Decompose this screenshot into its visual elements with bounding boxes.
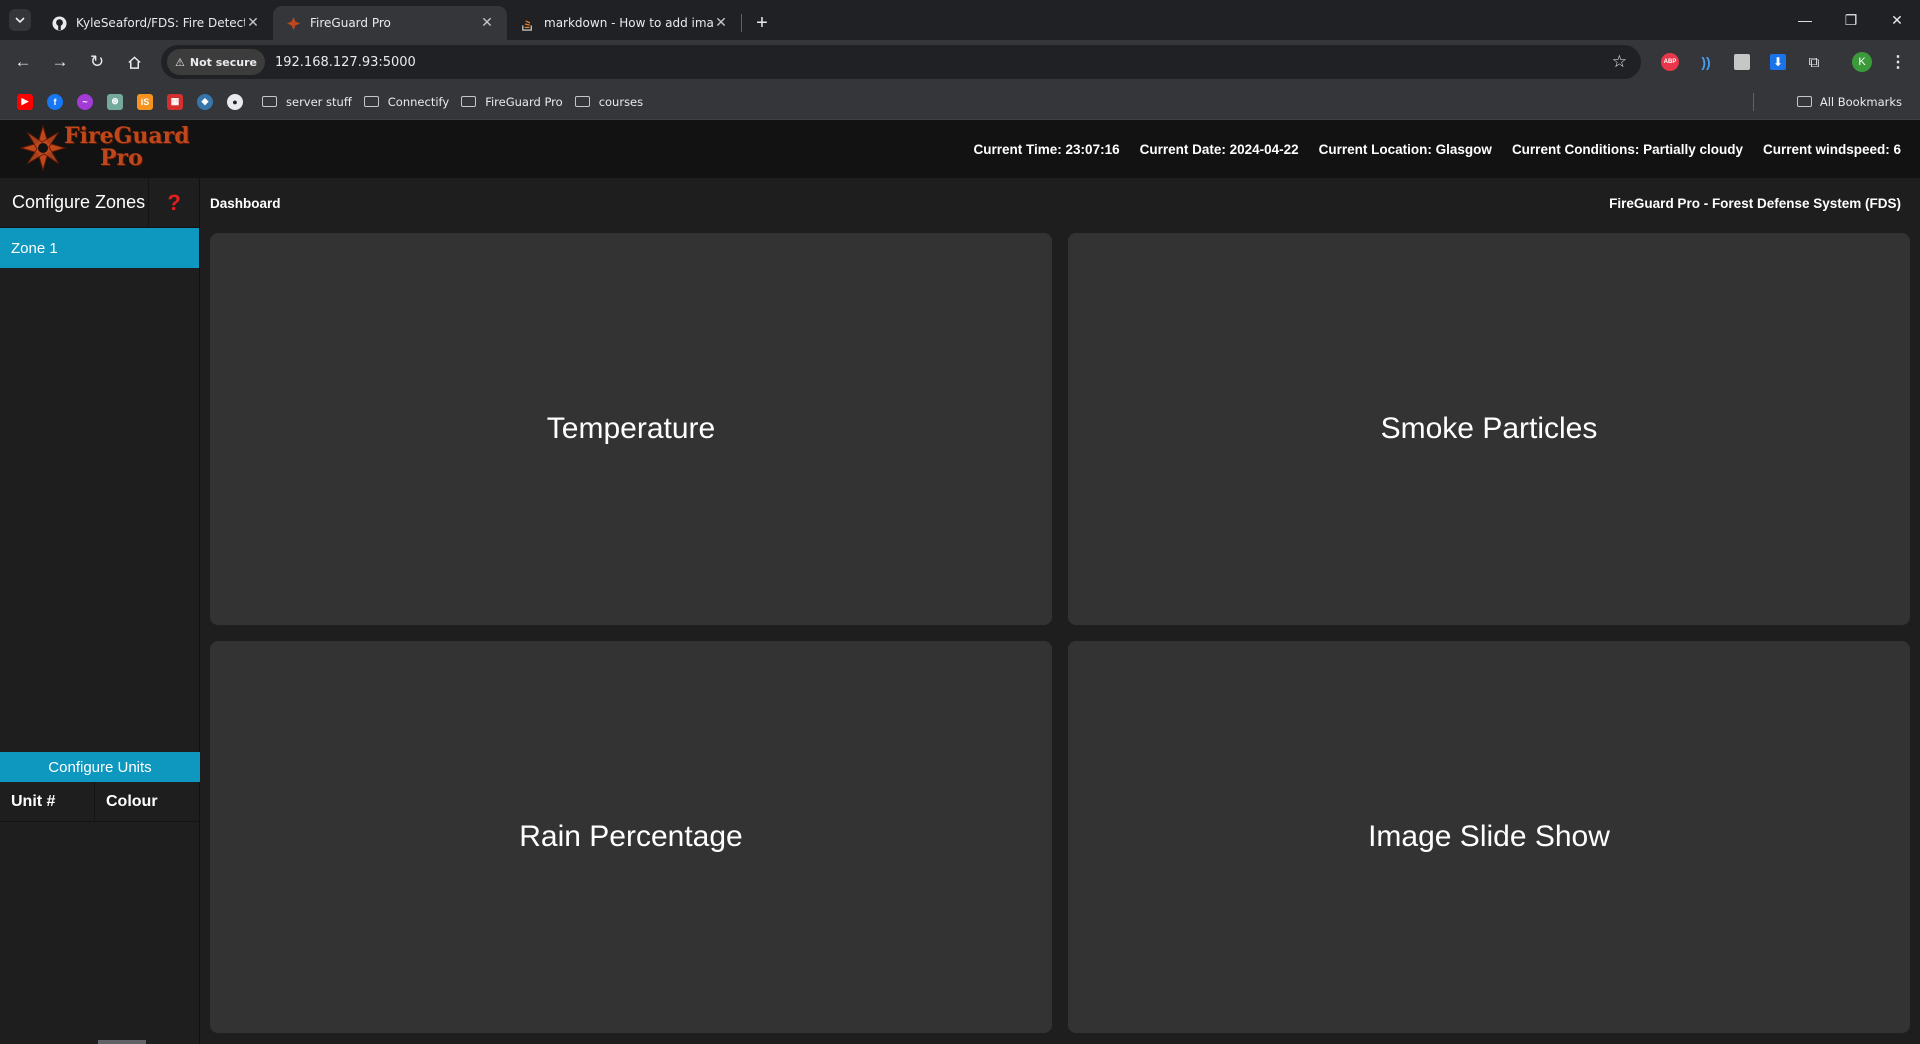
url-text[interactable]: 192.168.127.93:5000 (275, 55, 1612, 70)
forward-icon[interactable]: → (43, 45, 77, 79)
app-header: FireGuard Pro Current Time: 23:07:16 Cur… (0, 120, 1920, 178)
facebook-icon[interactable]: f (47, 93, 63, 110)
restore-icon[interactable]: ❐ (1828, 0, 1874, 40)
column-header-colour: Colour (106, 792, 158, 810)
bookmark-star-icon[interactable]: ☆ (1612, 52, 1627, 72)
tab-title: FireGuard Pro (310, 16, 391, 30)
folder-icon (1796, 96, 1812, 107)
window-controls: — ❐ ✕ (1782, 0, 1920, 40)
chevron-down-icon (15, 17, 25, 24)
browser-toolbar: ← → ↻ ⚠ Not secure 192.168.127.93:5000 ☆… (0, 40, 1920, 84)
column-header-unit: Unit # (0, 782, 95, 821)
profile-initial: K (1852, 52, 1872, 72)
back-icon[interactable]: ← (6, 45, 40, 79)
bookmarks-divider (1753, 92, 1754, 111)
close-icon[interactable]: ✕ (713, 15, 729, 31)
panel-smoke-particles[interactable]: Smoke Particles (1068, 233, 1910, 625)
panel-title: Smoke Particles (1380, 412, 1598, 445)
tab-github[interactable]: KyleSeaford/FDS: Fire Detectio ✕ (39, 6, 273, 40)
horizontal-scrollbar[interactable] (98, 1040, 146, 1044)
download-extension-icon[interactable]: ⬇ (1763, 47, 1793, 77)
wifi-extension-icon[interactable]: )) (1691, 47, 1721, 77)
folder-icon (262, 96, 277, 107)
all-bookmarks-button[interactable]: All Bookmarks (1796, 94, 1902, 109)
github-icon (51, 15, 67, 31)
current-windspeed: Current windspeed: 6 (1762, 141, 1901, 157)
current-date: Current Date: 2024-04-22 (1139, 141, 1299, 157)
translate-extension-icon[interactable] (1727, 47, 1757, 77)
reload-icon[interactable]: ↻ (80, 45, 114, 79)
system-title: FireGuard Pro - Forest Defense System (F… (1609, 195, 1901, 211)
status-info-bar: Current Time: 23:07:16 Current Date: 202… (974, 120, 1901, 178)
sidebar-item-zone-1[interactable]: Zone 1 (0, 228, 199, 268)
chatgpt-icon[interactable]: ⊛ (107, 93, 123, 110)
sidebar: Configure Zones ? Zone 1 Configure Units… (0, 177, 200, 1044)
units-table-header: Unit # Colour (0, 782, 200, 822)
help-icon[interactable]: ? (149, 190, 199, 216)
youtube-icon[interactable]: ▶ (17, 93, 33, 110)
panel-rain-percentage[interactable]: Rain Percentage (210, 641, 1052, 1033)
tab-search-button[interactable] (9, 9, 31, 31)
bookmark-folder-courses[interactable]: courses (574, 94, 644, 109)
kebab-menu-icon[interactable]: ⋮ (1883, 47, 1913, 77)
panel-image-slide-show[interactable]: Image Slide Show (1068, 641, 1910, 1033)
tab-stackoverflow[interactable]: markdown - How to add imag ✕ (507, 6, 741, 40)
current-time: Current Time: 23:07:16 (973, 141, 1120, 157)
tab-title: markdown - How to add imag (544, 16, 713, 30)
bookmark-folder-fireguard[interactable]: FireGuard Pro (461, 95, 563, 109)
security-chip[interactable]: ⚠ Not secure (167, 49, 265, 75)
panel-title: Rain Percentage (519, 820, 743, 853)
folder-label: FireGuard Pro (485, 94, 563, 109)
folder-icon (574, 96, 590, 107)
warning-icon: ⚠ (175, 55, 185, 69)
close-icon[interactable]: ✕ (245, 15, 261, 31)
current-location: Current Location: Glasgow (1318, 141, 1492, 157)
subheader: Dashboard FireGuard Pro - Forest Defense… (200, 178, 1920, 228)
stackoverflow-icon (519, 15, 535, 31)
messenger-icon[interactable]: ~ (77, 93, 93, 110)
panel-temperature[interactable]: Temperature (210, 233, 1052, 625)
folder-label: Connectify (387, 94, 450, 109)
breadcrumb[interactable]: Dashboard (210, 196, 281, 211)
fireguard-icon (285, 15, 301, 31)
new-tab-button[interactable]: + (748, 9, 776, 37)
home-icon[interactable] (117, 45, 151, 79)
panel-title: Temperature (546, 412, 716, 445)
tab-title: KyleSeaford/FDS: Fire Detectio (76, 16, 245, 30)
panel-title: Image Slide Show (1368, 820, 1610, 853)
folder-label: server stuff (286, 94, 352, 109)
logo-line2: Pro (100, 145, 143, 171)
folder-label: courses (598, 94, 644, 109)
browser-tabstrip: KyleSeaford/FDS: Fire Detectio ✕ FireGua… (0, 0, 1920, 40)
profile-avatar[interactable]: K (1847, 47, 1877, 77)
address-bar[interactable]: ⚠ Not secure 192.168.127.93:5000 ☆ (161, 45, 1641, 79)
adblock-extension-icon[interactable]: ABP (1655, 47, 1685, 77)
current-conditions: Current Conditions: Partially cloudy (1511, 141, 1743, 157)
folder-icon (461, 96, 477, 107)
bookmark-orange-icon[interactable]: iS (137, 93, 153, 110)
fireguard-logo[interactable]: FireGuard Pro (18, 123, 190, 175)
abp-label: ABP (1661, 53, 1679, 71)
close-window-icon[interactable]: ✕ (1874, 0, 1920, 40)
bookmark-folder-connectify[interactable]: Connectify (363, 94, 450, 109)
tab-divider (741, 14, 742, 32)
tab-fireguard[interactable]: FireGuard Pro ✕ (273, 6, 507, 40)
configure-zones-button[interactable]: Configure Zones (0, 177, 150, 228)
bookmarks-bar: ▶ f ~ ⊛ iS ▦ ◆ ● server stuff Connectify… (0, 84, 1920, 120)
python-icon[interactable]: ◆ (197, 93, 213, 110)
minimize-icon[interactable]: — (1782, 0, 1828, 40)
close-icon[interactable]: ✕ (479, 15, 495, 31)
github-icon[interactable]: ● (227, 93, 243, 110)
security-label: Not secure (189, 55, 257, 69)
configure-units-button[interactable]: Configure Units (0, 752, 200, 782)
bookmark-red-icon[interactable]: ▦ (167, 93, 183, 110)
bookmark-folder-server-stuff[interactable]: server stuff (262, 95, 352, 109)
all-bookmarks-label: All Bookmarks (1819, 94, 1902, 109)
logo-star-icon (19, 124, 67, 172)
logo-text: FireGuard Pro (64, 125, 190, 169)
folder-icon (363, 96, 379, 107)
extensions-puzzle-icon[interactable]: ⧉ (1799, 47, 1829, 77)
configure-zones-header: Configure Zones ? (0, 177, 199, 228)
fireguard-app: FireGuard Pro Current Time: 23:07:16 Cur… (0, 120, 1920, 1044)
